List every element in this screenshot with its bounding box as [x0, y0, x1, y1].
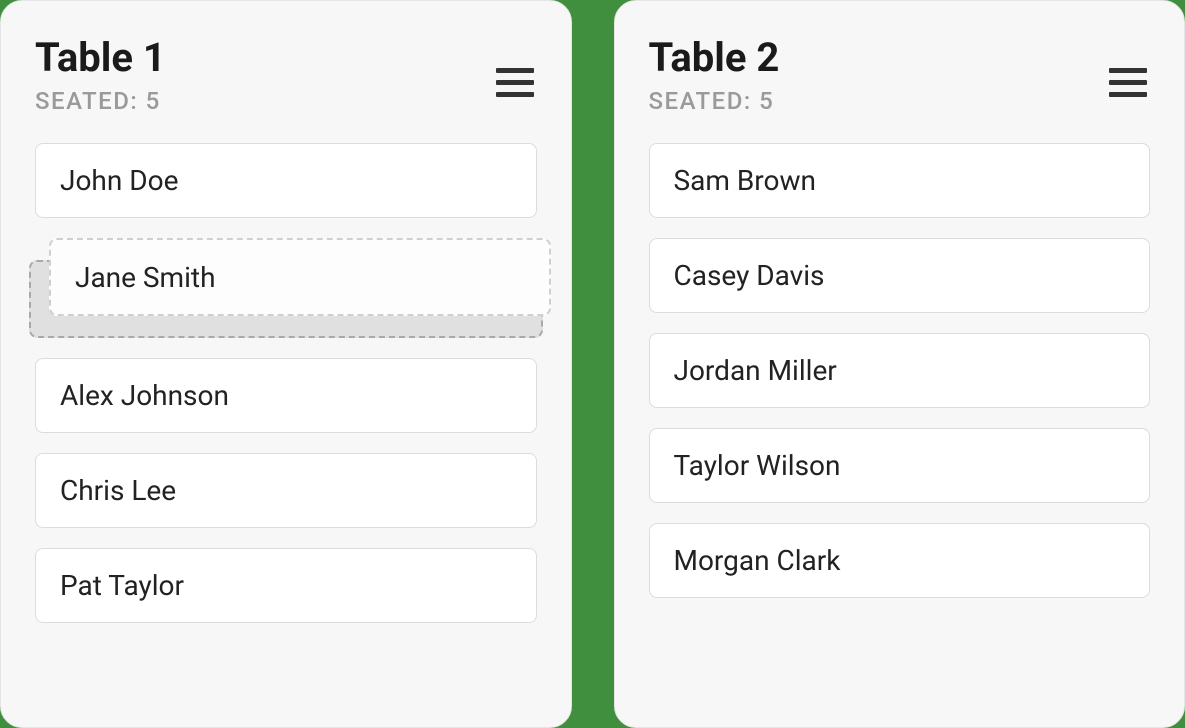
seated-count: SEATED: 5	[35, 87, 166, 115]
menu-icon	[1109, 68, 1147, 98]
table-card-2: Table 2 SEATED: 5 Sam Brown Casey Davis …	[614, 0, 1185, 728]
table-header: Table 2 SEATED: 5	[649, 35, 1151, 115]
drag-placeholder[interactable]: Jane Smith	[35, 238, 537, 316]
guest-item[interactable]: Jordan Miller	[649, 333, 1151, 408]
table-header: Table 1 SEATED: 5	[35, 35, 537, 115]
guest-item[interactable]: Casey Davis	[649, 238, 1151, 313]
guest-item[interactable]: Pat Taylor	[35, 548, 537, 623]
guest-item[interactable]: Alex Johnson	[35, 358, 537, 433]
menu-icon	[496, 68, 534, 98]
table-menu-button[interactable]	[493, 65, 537, 101]
guest-item[interactable]: Sam Brown	[649, 143, 1151, 218]
table-titles: Table 2 SEATED: 5	[649, 35, 780, 115]
guest-item[interactable]: Taylor Wilson	[649, 428, 1151, 503]
guest-list[interactable]: John Doe Jane Smith Alex Johnson Chris L…	[35, 143, 537, 623]
guest-item[interactable]: Chris Lee	[35, 453, 537, 528]
table-title: Table 2	[649, 35, 780, 81]
seated-count: SEATED: 5	[649, 87, 780, 115]
table-menu-button[interactable]	[1106, 65, 1150, 101]
guest-item[interactable]: Morgan Clark	[649, 523, 1151, 598]
guest-item[interactable]: John Doe	[35, 143, 537, 218]
guest-item-dragging[interactable]: Jane Smith	[49, 238, 551, 316]
table-titles: Table 1 SEATED: 5	[35, 35, 166, 115]
guest-list[interactable]: Sam Brown Casey Davis Jordan Miller Tayl…	[649, 143, 1151, 598]
table-card-1: Table 1 SEATED: 5 John Doe Jane Smith Al…	[0, 0, 572, 728]
table-title: Table 1	[35, 35, 166, 81]
tables-stage: Table 1 SEATED: 5 John Doe Jane Smith Al…	[0, 0, 1185, 728]
